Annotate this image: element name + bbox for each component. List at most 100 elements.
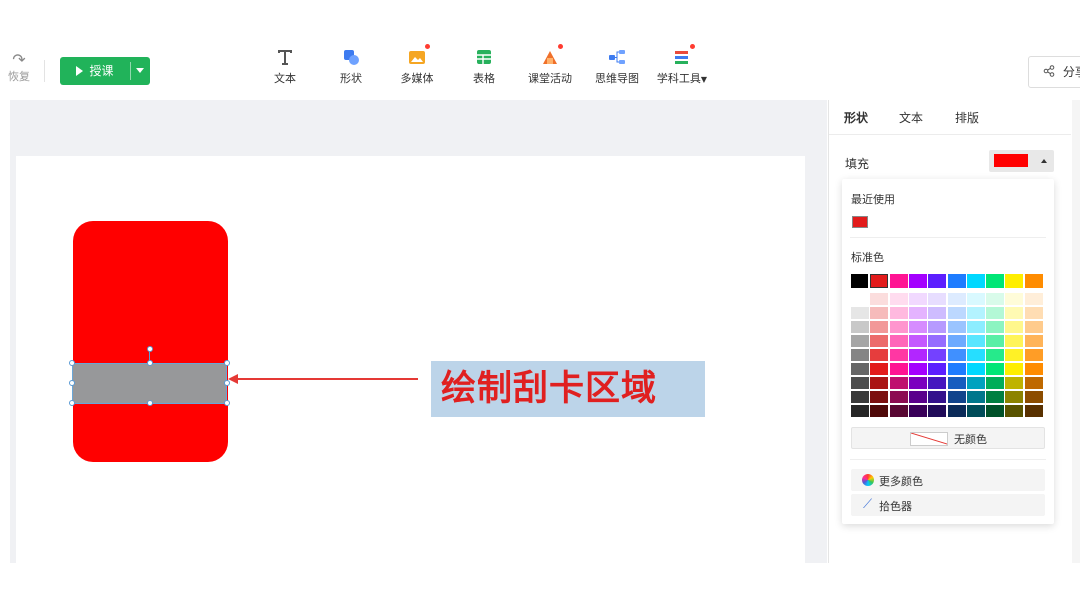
vertical-scrollbar[interactable]: [1072, 100, 1080, 563]
shade-color-swatch[interactable]: [947, 335, 966, 347]
shade-color-swatch[interactable]: [889, 391, 908, 403]
shade-color-swatch[interactable]: [851, 321, 869, 333]
shade-color-swatch[interactable]: [1024, 363, 1043, 375]
shade-color-swatch[interactable]: [966, 349, 985, 361]
shade-color-swatch[interactable]: [870, 293, 889, 305]
shade-color-swatch[interactable]: [1024, 349, 1043, 361]
redo-button[interactable]: ↷ 恢复: [6, 52, 32, 84]
shade-color-swatch[interactable]: [1005, 363, 1024, 375]
shade-color-swatch[interactable]: [947, 307, 966, 319]
tool-media[interactable]: 多媒体: [385, 44, 449, 86]
shade-color-swatch[interactable]: [928, 321, 947, 333]
shade-color-swatch[interactable]: [947, 405, 966, 417]
shade-color-swatch[interactable]: [851, 335, 869, 347]
shade-color-swatch[interactable]: [889, 293, 908, 305]
shade-color-swatch[interactable]: [1024, 307, 1043, 319]
resize-handle[interactable]: [69, 360, 75, 366]
shade-color-swatch[interactable]: [908, 405, 927, 417]
shade-color-swatch[interactable]: [889, 307, 908, 319]
shade-color-swatch[interactable]: [947, 321, 966, 333]
shade-color-swatch[interactable]: [966, 405, 985, 417]
standard-color-swatch[interactable]: [868, 272, 891, 290]
shade-color-swatch[interactable]: [908, 335, 927, 347]
shade-color-swatch[interactable]: [986, 363, 1005, 375]
shade-color-swatch[interactable]: [966, 321, 985, 333]
shade-color-swatch[interactable]: [1005, 405, 1024, 417]
shade-color-swatch[interactable]: [986, 321, 1005, 333]
shade-color-swatch[interactable]: [966, 377, 985, 389]
shade-color-swatch[interactable]: [1005, 377, 1024, 389]
shade-color-swatch[interactable]: [986, 335, 1005, 347]
shade-color-swatch[interactable]: [908, 293, 927, 305]
shade-color-swatch[interactable]: [966, 391, 985, 403]
shade-color-swatch[interactable]: [870, 405, 889, 417]
resize-handle[interactable]: [224, 360, 230, 366]
shade-color-swatch[interactable]: [947, 349, 966, 361]
shade-color-swatch[interactable]: [870, 391, 889, 403]
shade-color-swatch[interactable]: [908, 363, 927, 375]
standard-color-swatch[interactable]: [986, 274, 1005, 288]
shade-color-swatch[interactable]: [851, 307, 869, 319]
shade-color-swatch[interactable]: [889, 377, 908, 389]
shade-color-swatch[interactable]: [947, 293, 966, 305]
shade-color-swatch[interactable]: [908, 349, 927, 361]
standard-color-swatch[interactable]: [1005, 274, 1024, 288]
shade-color-swatch[interactable]: [966, 335, 985, 347]
resize-handle[interactable]: [69, 380, 75, 386]
shade-color-swatch[interactable]: [870, 335, 889, 347]
eyedropper-button[interactable]: ⟋ 拾色器: [851, 494, 1045, 516]
shade-color-swatch[interactable]: [889, 349, 908, 361]
shade-color-swatch[interactable]: [947, 377, 966, 389]
shade-color-swatch[interactable]: [908, 321, 927, 333]
shade-color-swatch[interactable]: [851, 363, 869, 375]
shade-color-swatch[interactable]: [889, 335, 908, 347]
shade-color-swatch[interactable]: [870, 363, 889, 375]
shade-color-swatch[interactable]: [908, 391, 927, 403]
shade-color-swatch[interactable]: [928, 377, 947, 389]
shade-color-swatch[interactable]: [870, 307, 889, 319]
standard-color-swatch[interactable]: [851, 274, 869, 288]
shade-color-swatch[interactable]: [966, 307, 985, 319]
standard-color-swatch[interactable]: [928, 274, 947, 288]
shade-color-swatch[interactable]: [889, 321, 908, 333]
shade-color-swatch[interactable]: [1024, 391, 1043, 403]
shade-color-swatch[interactable]: [851, 405, 869, 417]
scratch-card-shape[interactable]: [73, 221, 228, 462]
shade-color-swatch[interactable]: [928, 391, 947, 403]
shade-color-swatch[interactable]: [928, 405, 947, 417]
shade-color-swatch[interactable]: [966, 293, 985, 305]
standard-color-swatch[interactable]: [889, 274, 908, 288]
shade-color-swatch[interactable]: [1005, 391, 1024, 403]
no-color-button[interactable]: 无颜色: [851, 427, 1045, 449]
shade-color-swatch[interactable]: [986, 405, 1005, 417]
shade-color-swatch[interactable]: [1005, 321, 1024, 333]
standard-color-swatch[interactable]: [966, 274, 985, 288]
shade-color-swatch[interactable]: [908, 377, 927, 389]
shade-color-swatch[interactable]: [947, 391, 966, 403]
shade-color-swatch[interactable]: [928, 307, 947, 319]
recent-color-swatch[interactable]: [852, 216, 868, 228]
shade-color-swatch[interactable]: [1005, 293, 1024, 305]
standard-color-swatch[interactable]: [947, 274, 966, 288]
shade-color-swatch[interactable]: [1005, 349, 1024, 361]
shade-color-swatch[interactable]: [1024, 293, 1043, 305]
shade-color-swatch[interactable]: [986, 391, 1005, 403]
tab-text[interactable]: 文本: [899, 109, 923, 126]
share-button[interactable]: 分享: [1028, 56, 1080, 88]
shade-color-swatch[interactable]: [928, 293, 947, 305]
shade-color-swatch[interactable]: [1024, 405, 1043, 417]
tab-layout[interactable]: 排版: [955, 109, 979, 126]
shade-color-swatch[interactable]: [851, 349, 869, 361]
tool-mindmap[interactable]: 思维导图: [585, 48, 649, 86]
shade-color-swatch[interactable]: [889, 363, 908, 375]
shade-color-swatch[interactable]: [1024, 321, 1043, 333]
resize-handle[interactable]: [147, 400, 153, 406]
tool-shape[interactable]: 形状: [319, 48, 383, 86]
shade-color-swatch[interactable]: [851, 391, 869, 403]
shade-color-swatch[interactable]: [1024, 377, 1043, 389]
tool-subject[interactable]: 学科工具▼: [650, 44, 714, 86]
shade-color-swatch[interactable]: [851, 377, 869, 389]
standard-color-swatch[interactable]: [908, 274, 927, 288]
shade-color-swatch[interactable]: [986, 293, 1005, 305]
shade-color-swatch[interactable]: [986, 349, 1005, 361]
